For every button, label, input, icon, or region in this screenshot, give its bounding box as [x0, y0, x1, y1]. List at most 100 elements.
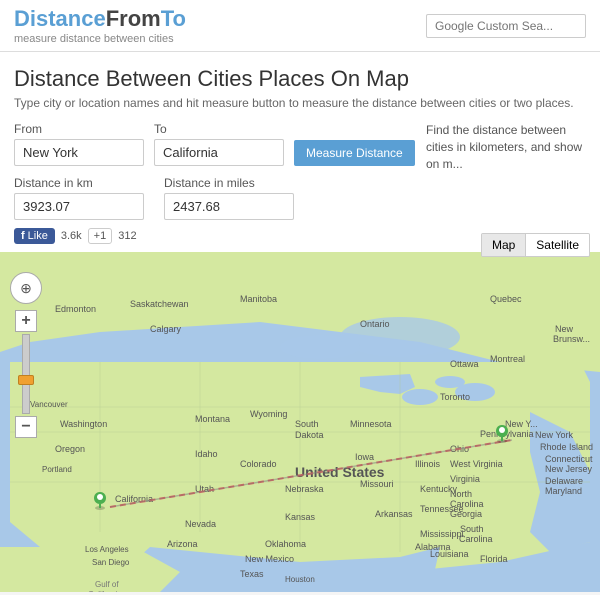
svg-text:Connecticut: Connecticut: [545, 454, 593, 464]
satellite-button[interactable]: Satellite: [526, 234, 589, 256]
svg-text:South: South: [295, 419, 319, 429]
svg-text:Carolina: Carolina: [459, 534, 493, 544]
svg-text:Oregon: Oregon: [55, 444, 85, 454]
svg-text:San Diego: San Diego: [92, 558, 130, 567]
header: DistanceFromTo measure distance between …: [0, 0, 600, 52]
to-label: To: [154, 122, 284, 136]
svg-text:United States: United States: [295, 464, 385, 480]
fb-icon: f: [21, 230, 25, 242]
svg-text:Maryland: Maryland: [545, 486, 582, 496]
gplus-count: 312: [118, 230, 136, 242]
svg-text:West Virginia: West Virginia: [450, 459, 503, 469]
svg-text:Los Angeles: Los Angeles: [85, 545, 129, 554]
zoom-out-button[interactable]: −: [15, 416, 37, 438]
svg-text:California: California: [88, 590, 122, 592]
svg-text:Delaware: Delaware: [545, 476, 583, 486]
google-plus-button[interactable]: +1: [88, 228, 113, 244]
svg-text:Dakota: Dakota: [295, 430, 324, 440]
svg-text:Brunsw...: Brunsw...: [553, 334, 590, 344]
svg-text:Oklahoma: Oklahoma: [265, 539, 306, 549]
to-input[interactable]: [154, 139, 284, 166]
svg-text:North: North: [450, 489, 472, 499]
svg-text:Colorado: Colorado: [240, 459, 277, 469]
main-content: Distance Between Cities Places On Map Ty…: [0, 52, 600, 252]
from-input[interactable]: [14, 139, 144, 166]
svg-text:Florida: Florida: [480, 554, 508, 564]
svg-text:Montreal: Montreal: [490, 354, 525, 364]
svg-text:Calgary: Calgary: [150, 324, 182, 334]
svg-text:Toronto: Toronto: [440, 392, 470, 402]
svg-text:New Mexico: New Mexico: [245, 554, 294, 564]
dist-miles-group: Distance in miles: [164, 176, 294, 220]
right-panel: Find the distance between cities in kilo…: [426, 122, 586, 172]
svg-text:Arkansas: Arkansas: [375, 509, 413, 519]
measure-distance-button[interactable]: Measure Distance: [294, 140, 415, 166]
svg-text:Portland: Portland: [42, 465, 72, 474]
svg-text:Montana: Montana: [195, 414, 230, 424]
svg-text:Texas: Texas: [240, 569, 264, 579]
svg-text:Ontario: Ontario: [360, 319, 390, 329]
svg-text:Mississippi: Mississippi: [420, 529, 464, 539]
svg-text:Kansas: Kansas: [285, 512, 316, 522]
zoom-controls: ⊕ + −: [10, 272, 42, 438]
svg-text:Wyoming: Wyoming: [250, 409, 287, 419]
svg-text:Edmonton: Edmonton: [55, 304, 96, 314]
svg-text:New Y...: New Y...: [505, 419, 538, 429]
svg-text:Illinois: Illinois: [415, 459, 441, 469]
map-container[interactable]: Washington Oregon Montana Idaho Utah Nev…: [0, 252, 600, 592]
dist-km-group: Distance in km: [14, 176, 144, 220]
logo-area: DistanceFromTo measure distance between …: [14, 6, 186, 45]
social-row: f Like 3.6k +1 312: [14, 228, 415, 244]
logo-distance-text: Distance: [14, 6, 106, 31]
svg-text:Quebec: Quebec: [490, 294, 522, 304]
form-area: From To Measure Distance: [14, 122, 415, 166]
gplus-label: +1: [94, 230, 107, 242]
like-label: Like: [28, 230, 48, 242]
svg-text:Virginia: Virginia: [450, 474, 480, 484]
map-satellite-toggle: Map Satellite: [481, 233, 590, 257]
dist-miles-label: Distance in miles: [164, 176, 294, 190]
search-input[interactable]: [426, 14, 586, 38]
map-svg: Washington Oregon Montana Idaho Utah Nev…: [0, 252, 600, 592]
svg-text:Carolina: Carolina: [450, 499, 484, 509]
logo: DistanceFromTo: [14, 6, 186, 32]
svg-text:South: South: [460, 524, 484, 534]
distances-row: Distance in km Distance in miles: [14, 176, 415, 220]
svg-text:New Jersey: New Jersey: [545, 464, 593, 474]
dist-miles-input[interactable]: [164, 193, 294, 220]
logo-from-text: From: [106, 6, 161, 31]
svg-text:New York: New York: [535, 430, 574, 440]
from-label: From: [14, 122, 144, 136]
dist-km-input[interactable]: [14, 193, 144, 220]
map-button[interactable]: Map: [482, 234, 525, 256]
like-count: 3.6k: [61, 230, 82, 242]
svg-text:Ottawa: Ottawa: [450, 359, 479, 369]
svg-text:Georgia: Georgia: [450, 509, 482, 519]
from-field-group: From: [14, 122, 144, 166]
svg-text:Missouri: Missouri: [360, 479, 394, 489]
svg-text:Manitoba: Manitoba: [240, 294, 277, 304]
svg-text:Houston: Houston: [285, 575, 315, 584]
logo-tagline: measure distance between cities: [14, 33, 186, 45]
svg-text:Saskatchewan: Saskatchewan: [130, 299, 189, 309]
logo-to-text: To: [161, 6, 186, 31]
page-title: Distance Between Cities Places On Map: [14, 66, 586, 92]
facebook-like-button[interactable]: f Like: [14, 228, 55, 244]
svg-text:Arizona: Arizona: [167, 539, 198, 549]
svg-text:Iowa: Iowa: [355, 452, 374, 462]
svg-text:Minnesota: Minnesota: [350, 419, 392, 429]
svg-text:Nevada: Nevada: [185, 519, 216, 529]
dist-km-label: Distance in km: [14, 176, 144, 190]
to-field-group: To: [154, 122, 284, 166]
svg-text:New: New: [555, 324, 574, 334]
zoom-handle[interactable]: [18, 375, 34, 385]
pan-control[interactable]: ⊕: [10, 272, 42, 304]
svg-text:Alabama: Alabama: [415, 542, 451, 552]
right-panel-text: Find the distance between cities in kilo…: [426, 123, 582, 171]
svg-text:Washington: Washington: [60, 419, 107, 429]
svg-text:Rhode Island: Rhode Island: [540, 442, 593, 452]
zoom-slider[interactable]: [22, 334, 30, 414]
svg-text:Idaho: Idaho: [195, 449, 218, 459]
zoom-in-button[interactable]: +: [15, 310, 37, 332]
page-subtitle: Type city or location names and hit meas…: [14, 96, 586, 110]
